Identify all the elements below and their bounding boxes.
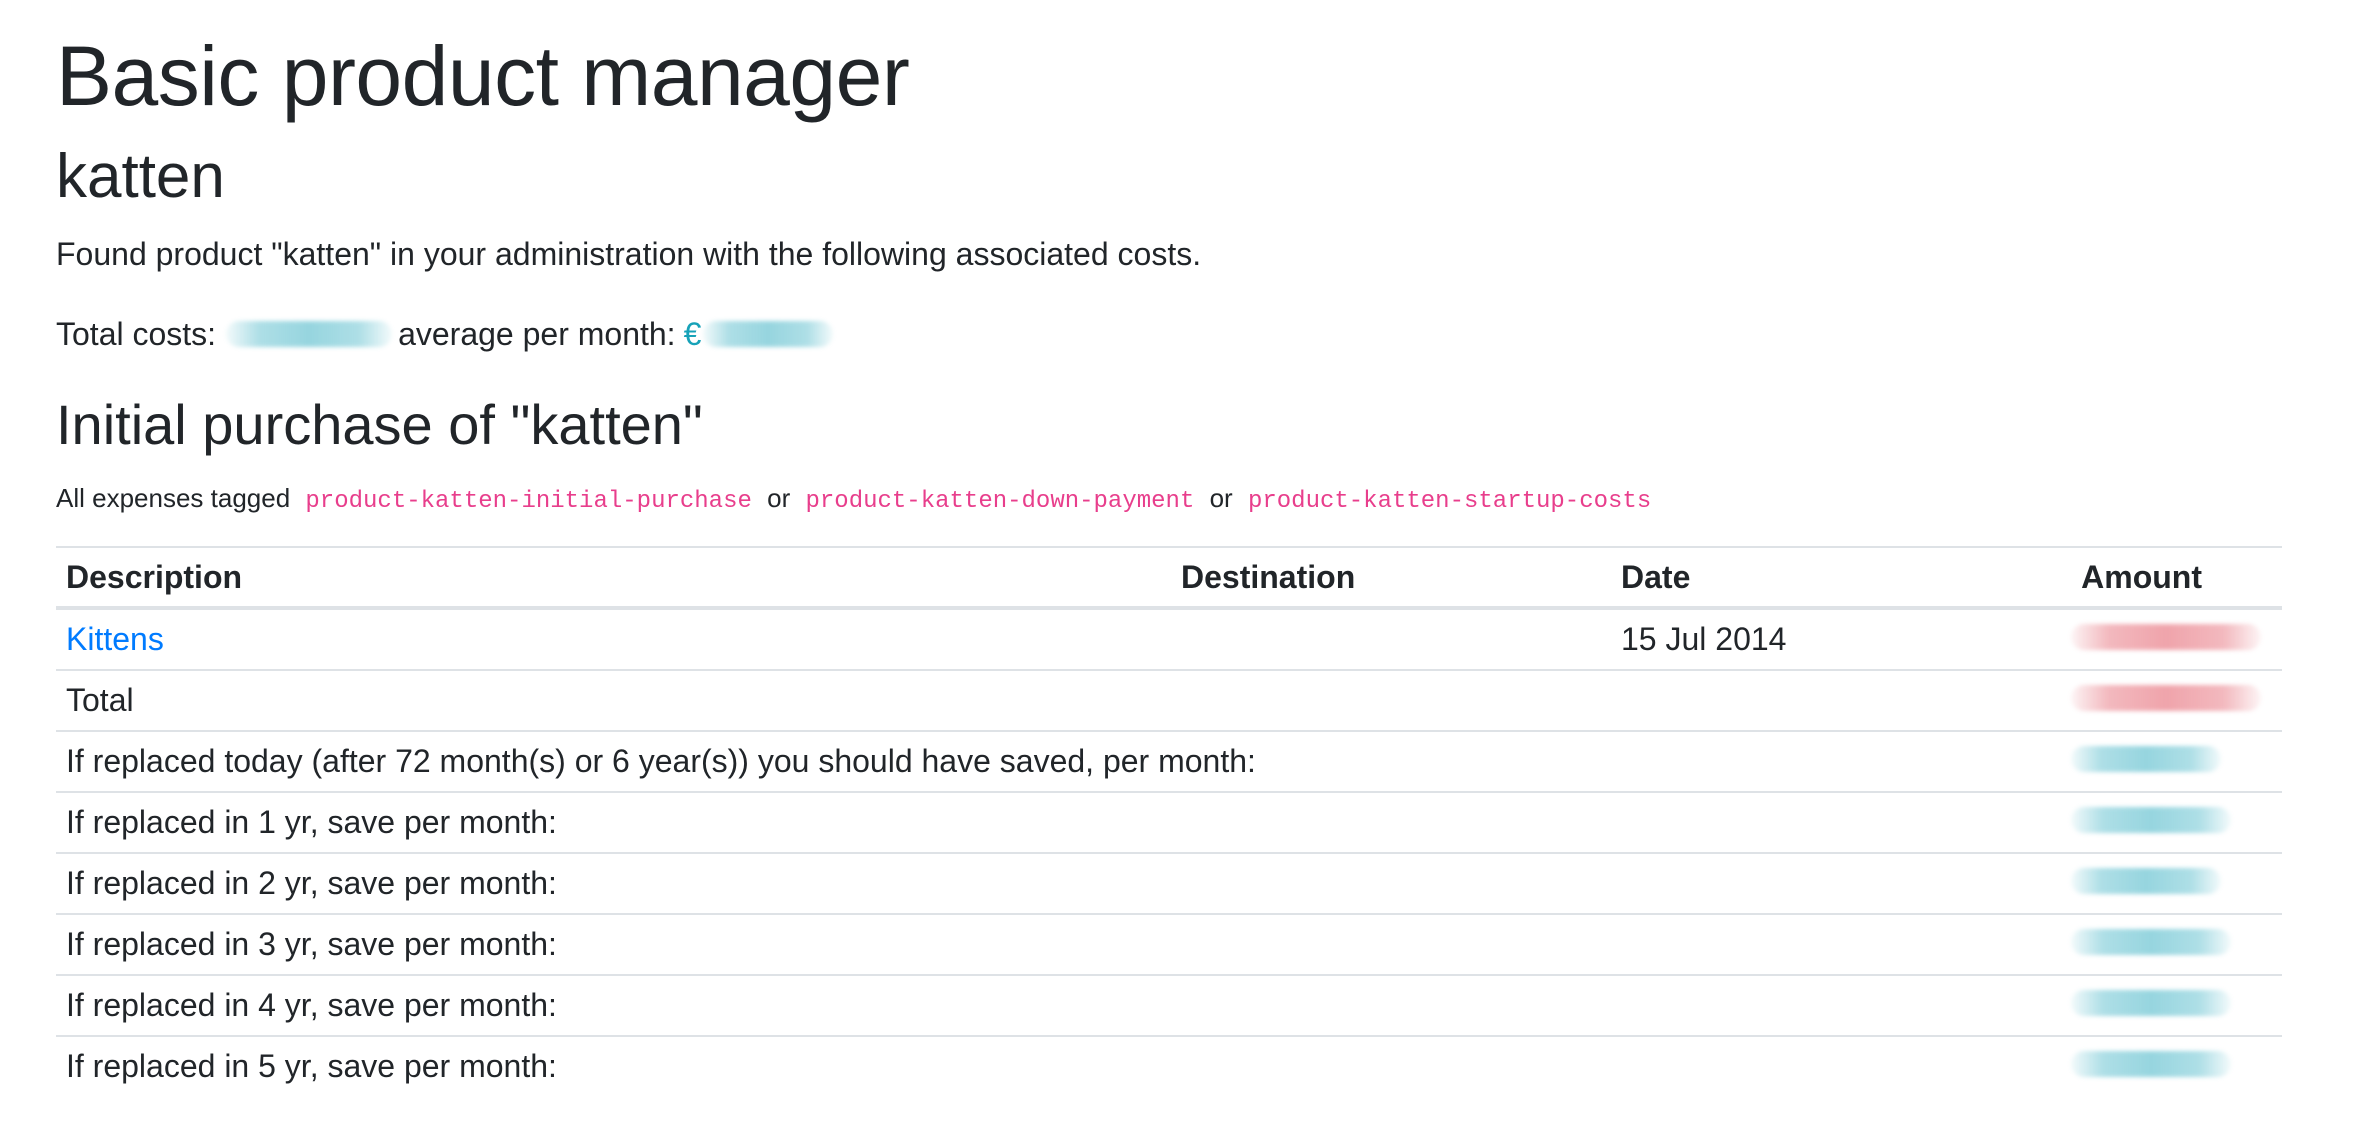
table-row: Kittens 15 Jul 2014 — [56, 607, 2282, 670]
tags-line: All expenses tagged product-katten-initi… — [56, 478, 1659, 522]
page-title: Basic product manager — [56, 29, 910, 123]
column-header-destination: Destination — [1171, 546, 1611, 610]
row-destination — [1171, 607, 1611, 670]
tags-or-2: or — [1209, 483, 1233, 513]
row-amount — [2061, 607, 2282, 670]
initial-purchase-table: Description Destination Date Amount Kitt… — [56, 546, 2282, 1096]
totals-summary: Total costs: average per month: € — [56, 312, 834, 356]
tags-or-1: or — [767, 483, 791, 513]
tag-initial-purchase: product-katten-initial-purchase — [305, 488, 752, 515]
total-costs-label: Total costs: — [56, 316, 217, 352]
product-name-heading: katten — [56, 142, 225, 211]
column-header-amount: Amount — [2061, 546, 2282, 610]
column-header-date: Date — [1611, 546, 2061, 610]
table-row: If replaced in 3 yr, save per month: — [56, 913, 2282, 975]
initial-purchase-heading: Initial purchase of "katten" — [56, 393, 703, 456]
table-row: If replaced in 5 yr, save per month: — [56, 1035, 2282, 1096]
tag-down-payment: product-katten-down-payment — [805, 488, 1195, 515]
row-date: 15 Jul 2014 — [1611, 607, 2061, 670]
row-amount — [2061, 913, 2282, 975]
table-row: If replaced in 1 yr, save per month: — [56, 791, 2282, 853]
average-per-month-label: average per month: — [398, 316, 676, 352]
expense-link-kittens[interactable]: Kittens — [66, 621, 164, 657]
row-description: If replaced in 2 yr, save per month: — [56, 852, 2061, 914]
row-amount — [2061, 974, 2282, 1036]
row-description: If replaced in 1 yr, save per month: — [56, 791, 2061, 853]
amount-redacted — [2071, 868, 2221, 894]
tags-intro: All expenses tagged — [56, 483, 291, 513]
row-amount — [2061, 852, 2282, 914]
table-header-row: Description Destination Date Amount — [56, 546, 2282, 610]
row-description: If replaced today (after 72 month(s) or … — [56, 730, 2061, 792]
row-destination — [1171, 669, 1611, 731]
row-amount — [2061, 669, 2282, 731]
tag-startup-costs: product-katten-startup-costs — [1247, 488, 1652, 515]
row-amount — [2061, 1035, 2282, 1096]
table-row: Total — [56, 669, 2282, 731]
table-row: If replaced today (after 72 month(s) or … — [56, 730, 2282, 792]
amount-redacted — [2071, 929, 2231, 955]
row-amount — [2061, 730, 2282, 792]
row-date — [1611, 669, 2061, 731]
table-row: If replaced in 4 yr, save per month: — [56, 974, 2282, 1036]
row-description: If replaced in 3 yr, save per month: — [56, 913, 2061, 975]
average-per-month-value-redacted — [703, 321, 834, 347]
amount-redacted — [2071, 807, 2231, 833]
row-amount — [2061, 791, 2282, 853]
row-description: If replaced in 4 yr, save per month: — [56, 974, 2061, 1036]
amount-redacted — [2071, 685, 2261, 711]
amount-redacted — [2071, 624, 2261, 650]
column-header-description: Description — [56, 546, 1171, 610]
row-description: If replaced in 5 yr, save per month: — [56, 1035, 2061, 1096]
row-description[interactable]: Kittens — [56, 607, 1171, 670]
amount-redacted — [2071, 990, 2231, 1016]
table-row: If replaced in 2 yr, save per month: — [56, 852, 2282, 914]
average-currency-symbol: € — [683, 316, 702, 352]
total-costs-value-redacted — [226, 321, 393, 347]
found-product-text: Found product "katten" in your administr… — [56, 236, 1202, 272]
amount-redacted — [2071, 1051, 2231, 1077]
row-description: Total — [56, 669, 1171, 731]
amount-redacted — [2071, 746, 2221, 772]
